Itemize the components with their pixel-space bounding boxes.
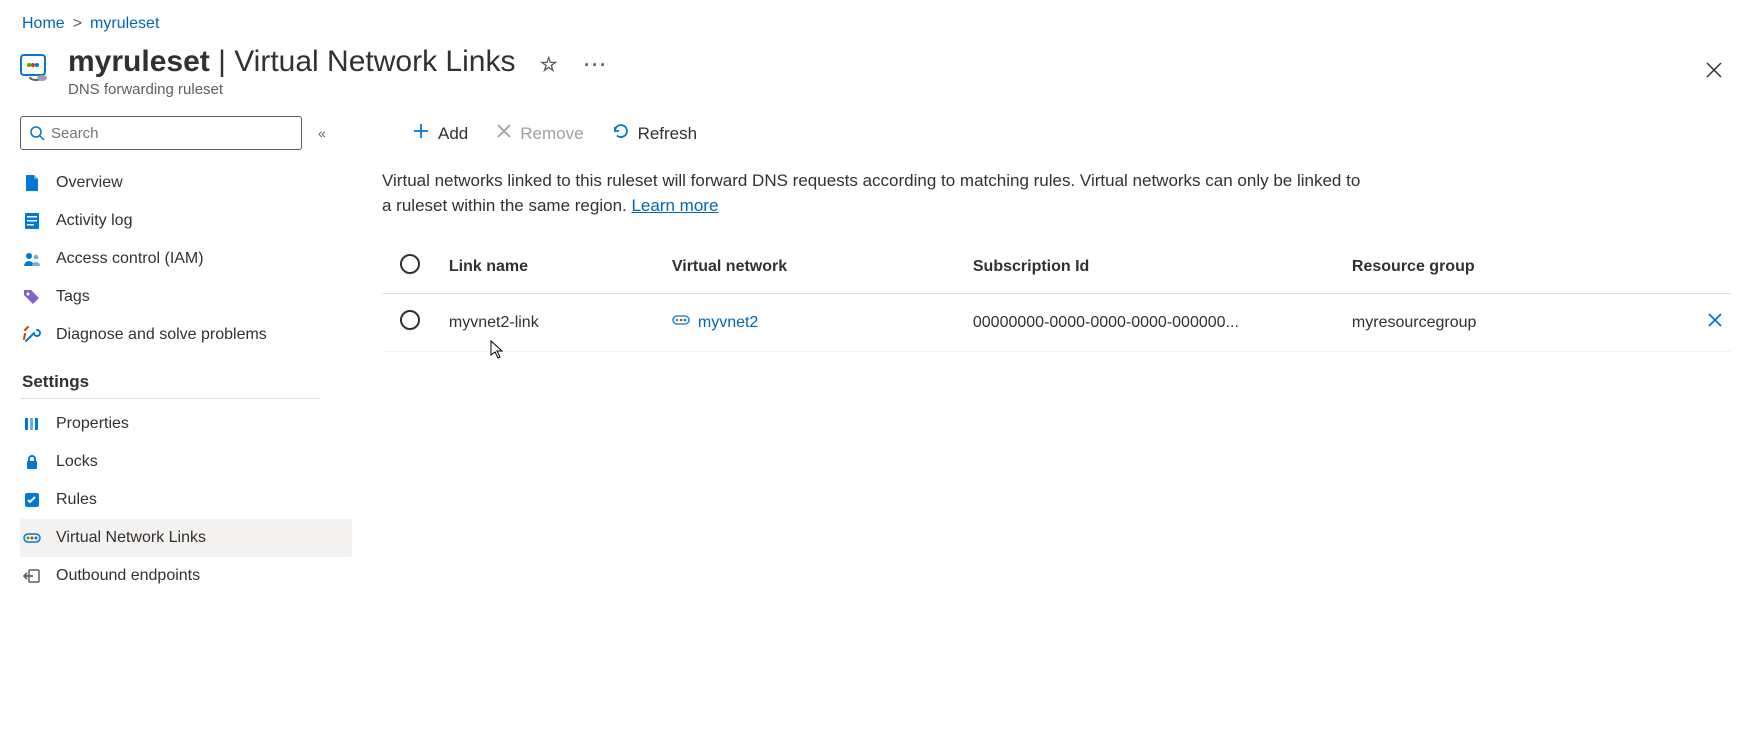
rules-icon <box>22 492 42 508</box>
col-header-vnet[interactable]: Virtual network <box>672 240 973 294</box>
col-header-resource-group[interactable]: Resource group <box>1352 240 1664 294</box>
search-icon <box>29 125 45 141</box>
log-icon <box>22 212 42 230</box>
sidebar-item-tags[interactable]: Tags <box>20 278 352 316</box>
collapse-sidebar-icon[interactable]: « <box>318 125 326 141</box>
sidebar-item-label: Virtual Network Links <box>56 529 206 547</box>
sidebar-item-label: Properties <box>56 415 129 433</box>
cell-subscription-id: 00000000-0000-0000-0000-000000... <box>973 294 1352 352</box>
sidebar-item-locks[interactable]: Locks <box>20 443 352 481</box>
people-icon <box>22 251 42 267</box>
lock-icon <box>22 454 42 470</box>
plus-icon <box>412 122 430 145</box>
breadcrumb-separator: > <box>73 15 82 33</box>
row-delete-button[interactable] <box>1664 294 1731 352</box>
cell-vnet-link[interactable]: myvnet2 <box>698 314 758 332</box>
sidebar-item-access-control[interactable]: Access control (IAM) <box>20 240 352 278</box>
breadcrumb-home[interactable]: Home <box>22 15 65 33</box>
cell-link-name: myvnet2-link <box>449 294 672 352</box>
sidebar-item-rules[interactable]: Rules <box>20 481 352 519</box>
refresh-icon <box>612 122 630 145</box>
select-all-header <box>382 240 449 294</box>
tag-icon <box>22 289 42 305</box>
description-body: Virtual networks linked to this ruleset … <box>382 171 1360 215</box>
remove-button: Remove <box>496 123 583 144</box>
page-title: myruleset | Virtual Network Links ☆ ··· <box>68 45 608 78</box>
select-all-radio[interactable] <box>400 254 420 274</box>
sidebar-item-activity-log[interactable]: Activity log <box>20 202 352 240</box>
links-table: Link name Virtual network Subscription I… <box>382 240 1731 352</box>
sidebar-divider <box>20 398 320 399</box>
description-text: Virtual networks linked to this ruleset … <box>382 169 1362 218</box>
more-menu-icon[interactable]: ··· <box>584 55 608 75</box>
refresh-button-label: Refresh <box>638 124 698 144</box>
sidebar-search[interactable] <box>20 116 302 150</box>
refresh-button[interactable]: Refresh <box>612 122 698 145</box>
breadcrumb-item[interactable]: myruleset <box>90 15 159 33</box>
properties-icon <box>22 416 42 432</box>
remove-button-label: Remove <box>520 124 583 144</box>
col-header-link-name[interactable]: Link name <box>449 240 672 294</box>
learn-more-link[interactable]: Learn more <box>631 196 718 215</box>
sidebar-section-settings: Settings <box>22 372 352 392</box>
cell-resource-group: myresourcegroup <box>1352 294 1664 352</box>
page-title-section: Virtual Network Links <box>234 45 515 78</box>
breadcrumb: Home > myruleset <box>22 15 1731 33</box>
sidebar-item-label: Rules <box>56 491 97 509</box>
sidebar-item-label: Tags <box>56 288 90 306</box>
sidebar-item-label: Access control (IAM) <box>56 250 204 268</box>
add-button[interactable]: Add <box>412 122 468 145</box>
sidebar-item-label: Outbound endpoints <box>56 567 200 585</box>
vnet-icon <box>672 313 690 332</box>
col-header-subscription[interactable]: Subscription Id <box>973 240 1352 294</box>
page-subtitle: DNS forwarding ruleset <box>68 81 608 98</box>
add-button-label: Add <box>438 124 468 144</box>
x-icon <box>496 123 512 144</box>
close-blade-button[interactable] <box>1697 55 1731 89</box>
favorite-star-icon[interactable]: ☆ <box>540 54 558 76</box>
resource-icon <box>20 51 54 88</box>
sidebar-item-vnet-links[interactable]: Virtual Network Links <box>20 519 352 557</box>
sidebar-item-outbound-endpoints[interactable]: Outbound endpoints <box>20 557 352 595</box>
sidebar-item-overview[interactable]: Overview <box>20 164 352 202</box>
sidebar-item-label: Overview <box>56 174 123 192</box>
row-select-radio[interactable] <box>400 310 420 330</box>
sidebar-item-label: Activity log <box>56 212 132 230</box>
sidebar-item-label: Locks <box>56 453 98 471</box>
vnet-links-icon <box>22 531 42 545</box>
sidebar-item-label: Diagnose and solve problems <box>56 326 267 344</box>
search-input[interactable] <box>51 125 293 142</box>
document-icon <box>22 174 42 192</box>
page-title-sep: | <box>210 45 234 78</box>
wrench-icon <box>22 326 42 344</box>
sidebar-item-properties[interactable]: Properties <box>20 405 352 443</box>
outbound-icon <box>22 568 42 584</box>
sidebar-item-diagnose[interactable]: Diagnose and solve problems <box>20 316 352 354</box>
table-row[interactable]: myvnet2-link myvnet2 00000000-0000-0000-… <box>382 294 1731 352</box>
page-title-name: myruleset <box>68 45 210 78</box>
